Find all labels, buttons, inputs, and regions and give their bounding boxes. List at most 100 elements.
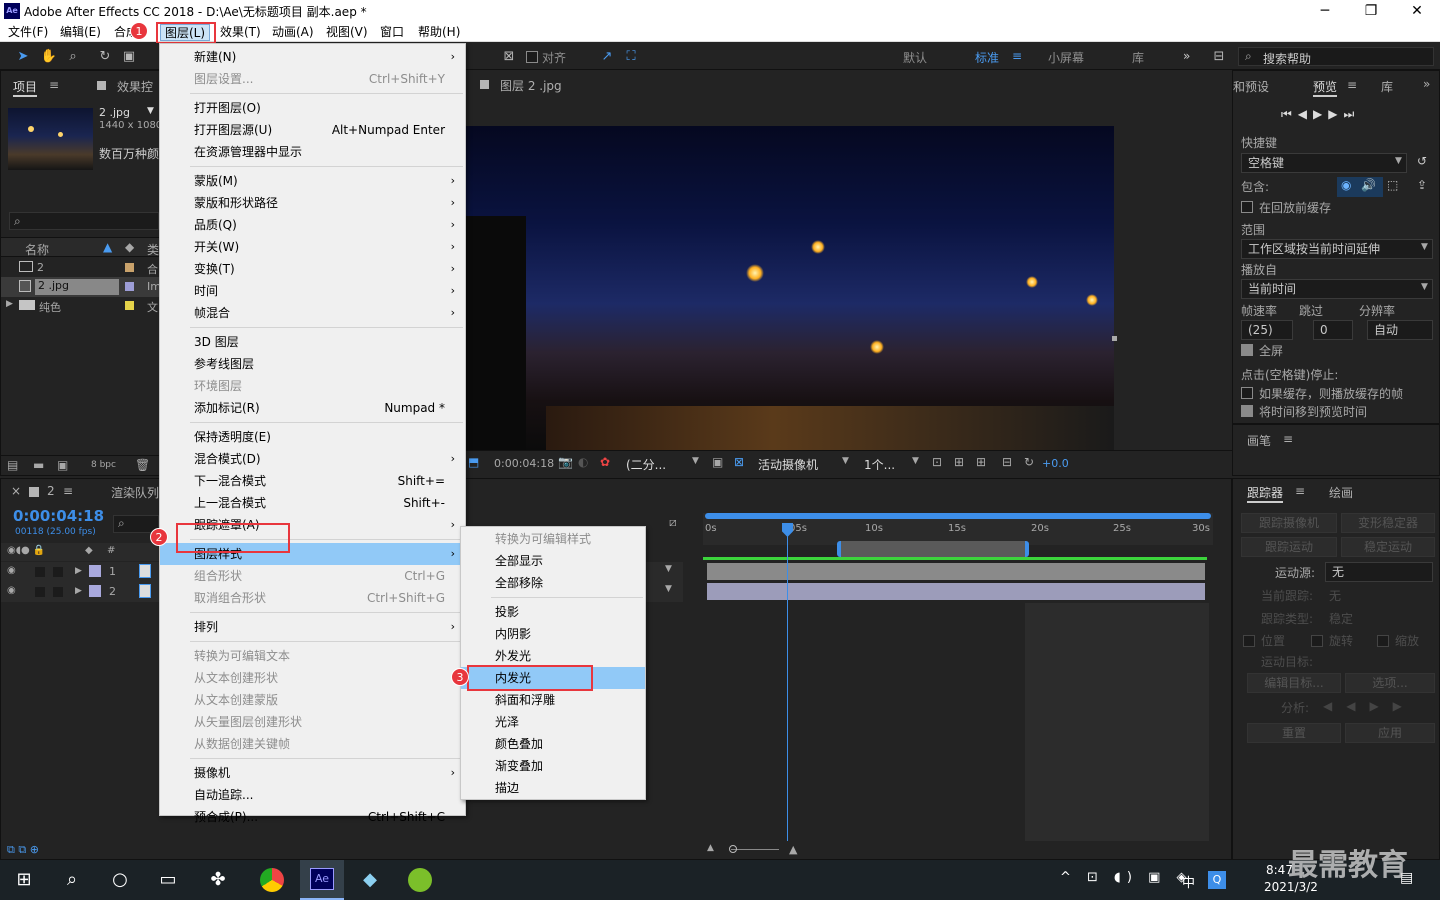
stabilize-motion-button[interactable]: 稳定运动 [1341, 537, 1435, 557]
panel-more-icon[interactable]: » [1423, 77, 1430, 91]
effect-controls-tab[interactable]: 效果控 [117, 78, 159, 95]
viewer-image[interactable] [466, 126, 1114, 450]
views-select[interactable]: 1个... [864, 456, 895, 473]
comp-tab[interactable]: 2 [47, 484, 55, 498]
chevron-down-icon[interactable]: ▼ [912, 456, 919, 466]
menu-window[interactable]: 窗口 [378, 24, 406, 41]
search-icon[interactable]: ⌕ [60, 868, 84, 892]
col-name[interactable]: 名称 [25, 241, 49, 258]
workspace-default[interactable]: 默认 [903, 49, 927, 66]
notes-app-icon[interactable]: ◆ [358, 868, 382, 892]
layer-menu-item[interactable]: 开关(W) › [160, 236, 465, 258]
project-tab-menu-icon[interactable]: ≡ [49, 78, 59, 92]
include-video-audio[interactable]: ◉ 🔊 [1337, 177, 1383, 197]
anchor-handle[interactable] [1112, 336, 1117, 341]
qq-icon[interactable]: Q [1208, 871, 1226, 889]
layer-menu-item[interactable]: 排列 › [160, 616, 465, 638]
layer-row[interactable]: ◉ ▶ 2 [1, 582, 161, 602]
layer-style-item[interactable]: 渐变叠加 [461, 755, 645, 777]
sync-icon[interactable]: ⊟ [1210, 48, 1228, 65]
sort-icon[interactable]: ▲ [103, 240, 112, 254]
layer-menu-item[interactable]: 在资源管理器中显示 [160, 141, 465, 163]
snapshot-icon[interactable]: 📷 [558, 455, 573, 469]
zoom-in-icon[interactable]: ▲ [789, 843, 797, 856]
new-comp-icon[interactable]: ▣ [57, 458, 68, 472]
scale-checkbox[interactable] [1377, 635, 1389, 647]
ime-indicator[interactable]: 中 [1182, 872, 1195, 891]
layer-menu-item[interactable]: 预合成(P)... Ctrl+Shift+C [160, 806, 465, 828]
camera-tool-icon[interactable]: ▣ [120, 48, 138, 65]
pinwheel-app-icon[interactable]: ✤ [206, 868, 230, 892]
new-folder-icon[interactable]: ▬ [33, 458, 44, 472]
layer-style-item[interactable]: 全部移除 [461, 572, 645, 594]
melon-app-icon[interactable] [408, 868, 432, 892]
menu-edit[interactable]: 编辑(E) [58, 24, 103, 41]
exposure-icon[interactable]: ↻ [1024, 455, 1034, 469]
layer-bar-1[interactable] [707, 563, 1205, 580]
preview-tab[interactable]: 预览 [1313, 78, 1338, 97]
reset-icon[interactable]: ↺ [1417, 154, 1427, 168]
workspace-more-icon[interactable]: » [1183, 49, 1190, 63]
library-tab[interactable]: 库 [1381, 78, 1393, 95]
workspace-library[interactable]: 库 [1132, 49, 1144, 66]
paint-menu-icon[interactable]: ≡ [1283, 432, 1293, 446]
exposure-value[interactable]: +0.0 [1042, 457, 1069, 470]
workspace-standard[interactable]: 标准 [975, 49, 999, 66]
fps-select[interactable]: (25) [1241, 320, 1293, 340]
bpc-label[interactable]: 8 bpc [91, 460, 116, 470]
item-dropdown-icon[interactable]: ▼ [147, 106, 154, 116]
options-button[interactable]: 选项... [1345, 673, 1435, 693]
snap-checkbox[interactable] [526, 51, 538, 63]
eye-icon[interactable]: ◉ [7, 585, 16, 596]
label-col-icon[interactable]: ◆ [125, 240, 134, 254]
layer-menu-item[interactable]: 保持透明度(E) [160, 426, 465, 448]
lock-box[interactable] [53, 567, 63, 577]
fast-preview-icon[interactable]: ▣ [712, 455, 723, 469]
maximize-button[interactable]: ❐ [1348, 0, 1394, 22]
zoom-track[interactable] [731, 849, 779, 850]
reset-exposure-icon[interactable]: ⊞ [954, 455, 964, 469]
interpret-footage-icon[interactable]: ▤ [7, 458, 18, 472]
warp-stabilizer-button[interactable]: 变形稳定器 [1341, 513, 1435, 533]
hand-tool-icon[interactable]: ✋ [40, 48, 58, 65]
menu-animation[interactable]: 动画(A) [270, 24, 316, 41]
project-row[interactable]: ▶ 纯色 文 [1, 296, 159, 316]
chevron-down-icon[interactable]: ▼ [665, 584, 672, 594]
layer-style-item[interactable]: 内阴影 [461, 623, 645, 645]
project-row[interactable]: 2 合 [1, 258, 159, 278]
workspace-small[interactable]: 小屏幕 [1048, 49, 1084, 66]
chevron-down-icon[interactable]: ▼ [1421, 282, 1428, 292]
layer-style-item[interactable]: 投影 [461, 601, 645, 623]
work-area-bar[interactable] [705, 513, 1211, 519]
channel-icon[interactable]: ✿ [600, 455, 610, 469]
fullscreen-checkbox[interactable] [1241, 344, 1253, 356]
preview-menu-icon[interactable]: ≡ [1347, 78, 1357, 92]
flowchart-icon[interactable]: ⊞ [976, 455, 986, 469]
layer-style-item[interactable]: 斜面和浮雕 [461, 689, 645, 711]
motion-source-select[interactable]: 无 [1325, 562, 1433, 582]
show-snapshot-icon[interactable]: ◐ [578, 455, 588, 469]
region-icon[interactable]: ⬒ [468, 455, 479, 469]
layer-menu-item[interactable]: 上一混合模式 Shift+- [160, 492, 465, 514]
rotate-tool-icon[interactable]: ↻ [96, 48, 114, 65]
chevron-down-icon[interactable]: ▼ [1421, 242, 1428, 252]
project-row-selected[interactable]: 2 .jpg Im [1, 277, 161, 297]
pin-tool-icon[interactable]: ⊠ [500, 48, 518, 65]
workspace-menu-icon[interactable]: ≡ [1012, 49, 1022, 63]
close-tab-icon[interactable]: × [11, 484, 21, 498]
solo-box[interactable] [35, 587, 45, 597]
track-motion-button[interactable]: 跟踪运动 [1241, 537, 1337, 557]
snap-feature-icon[interactable]: ⛶ [622, 48, 640, 65]
viewer-timecode[interactable]: 0:00:04:18 [494, 457, 554, 470]
layer-menu-item[interactable]: 打开图层(O) [160, 97, 465, 119]
menu-effect[interactable]: 效果(T) [218, 24, 263, 41]
cortana-icon[interactable]: ○ [108, 868, 132, 892]
track-camera-button[interactable]: 跟踪摄像机 [1241, 513, 1337, 533]
paint-tab[interactable]: 画笔 [1247, 432, 1271, 449]
zoom-tool-icon[interactable]: ⌕ [64, 48, 82, 65]
reset-button[interactable]: 重置 [1247, 723, 1341, 743]
layer-menu-item[interactable]: 3D 图层 [160, 331, 465, 353]
layer-menu-item[interactable]: 蒙版和形状路径 › [160, 192, 465, 214]
export-icon[interactable]: ⇪ [1417, 178, 1427, 192]
shortcut-select[interactable]: 空格键 [1241, 153, 1407, 173]
